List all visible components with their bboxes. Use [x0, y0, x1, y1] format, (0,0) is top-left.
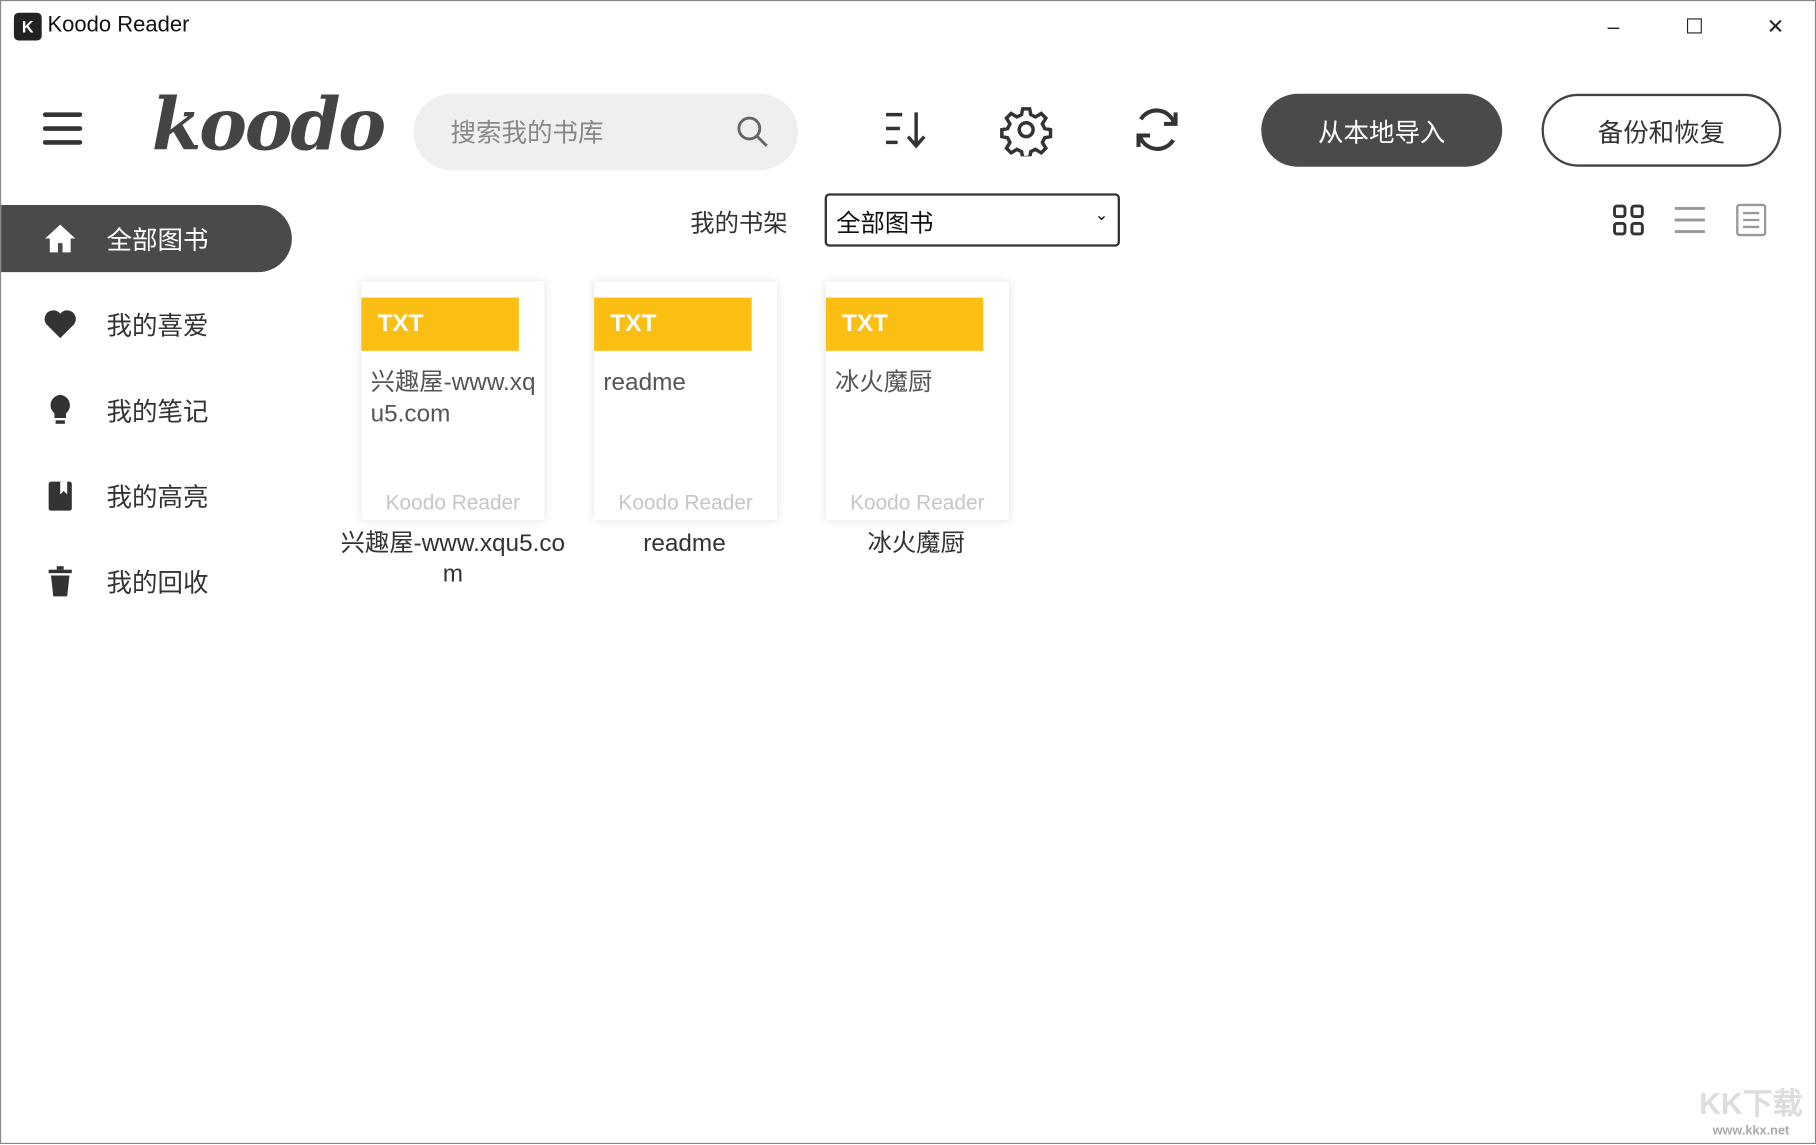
list-view-icon[interactable] — [1672, 203, 1707, 238]
watermark: KK下载www.kkx.net — [1699, 1090, 1803, 1145]
shelf-selected-value: 全部图书 — [836, 211, 933, 238]
format-badge: TXT — [826, 298, 984, 351]
chevron-down-icon: ⌄ — [1095, 205, 1109, 225]
sidebar-item-all-books[interactable]: 全部图书 — [1, 205, 292, 272]
book-title[interactable]: 兴趣屋-www.xqu5.com — [337, 529, 569, 589]
cover-brand: Koodo Reader — [594, 491, 777, 515]
app-icon: K — [14, 13, 42, 41]
cover-brand: Koodo Reader — [826, 491, 1009, 515]
window-title: Koodo Reader — [47, 13, 189, 38]
shelf-label: 我的书架 — [690, 205, 787, 240]
sidebar-item-trash[interactable]: 我的回收 — [1, 548, 292, 615]
book-card[interactable]: TXT readme Koodo Reader — [594, 281, 777, 520]
book-title[interactable]: 冰火魔厨 — [800, 529, 1032, 559]
sidebar-item-label: 我的喜爱 — [107, 306, 209, 343]
sidebar-item-label: 我的高亮 — [107, 477, 209, 514]
sidebar-item-highlights[interactable]: 我的高亮 — [1, 462, 292, 529]
settings-gear-icon[interactable] — [1000, 103, 1053, 156]
cover-title: readme — [603, 367, 770, 398]
app-window: K Koodo Reader – ☐ ✕ koodo 从本地导入 备份和恢复 全… — [0, 0, 1816, 1144]
heart-icon — [43, 307, 78, 342]
shelf-select[interactable]: 全部图书 ⌄ — [825, 193, 1120, 246]
book-title[interactable]: readme — [569, 529, 801, 559]
sidebar-item-favorites[interactable]: 我的喜爱 — [1, 291, 292, 358]
search-icon[interactable] — [735, 115, 770, 150]
cover-brand: Koodo Reader — [361, 491, 544, 515]
bookmark-icon — [43, 478, 78, 513]
home-icon — [43, 221, 78, 256]
sync-icon[interactable] — [1130, 103, 1183, 156]
bulb-icon — [43, 393, 78, 428]
import-local-button[interactable]: 从本地导入 — [1261, 94, 1502, 167]
cover-title: 兴趣屋-www.xqu5.com — [371, 367, 538, 430]
cover-title: 冰火魔厨 — [835, 367, 1002, 398]
trash-icon — [43, 564, 78, 599]
koodo-logo: koodo — [152, 82, 384, 167]
sidebar-item-notes[interactable]: 我的笔记 — [1, 376, 292, 443]
grid-view-icon[interactable] — [1611, 203, 1646, 238]
sort-icon[interactable] — [879, 103, 932, 156]
sidebar-item-label: 我的笔记 — [107, 391, 209, 428]
book-card[interactable]: TXT 兴趣屋-www.xqu5.com Koodo Reader — [361, 281, 544, 520]
search-box[interactable] — [413, 94, 798, 170]
format-badge: TXT — [361, 298, 519, 351]
maximize-button[interactable]: ☐ — [1671, 8, 1717, 45]
format-badge: TXT — [594, 298, 752, 351]
menu-toggle-button[interactable] — [43, 112, 82, 147]
cover-list-view-icon[interactable] — [1734, 203, 1769, 238]
book-card[interactable]: TXT 冰火魔厨 Koodo Reader — [826, 281, 1009, 520]
search-input[interactable] — [448, 115, 719, 152]
sidebar-item-label: 全部图书 — [107, 220, 209, 257]
backup-restore-button[interactable]: 备份和恢复 — [1542, 94, 1782, 167]
sidebar-item-label: 我的回收 — [107, 563, 209, 600]
close-button[interactable]: ✕ — [1752, 8, 1798, 45]
minimize-button[interactable]: – — [1590, 8, 1636, 45]
